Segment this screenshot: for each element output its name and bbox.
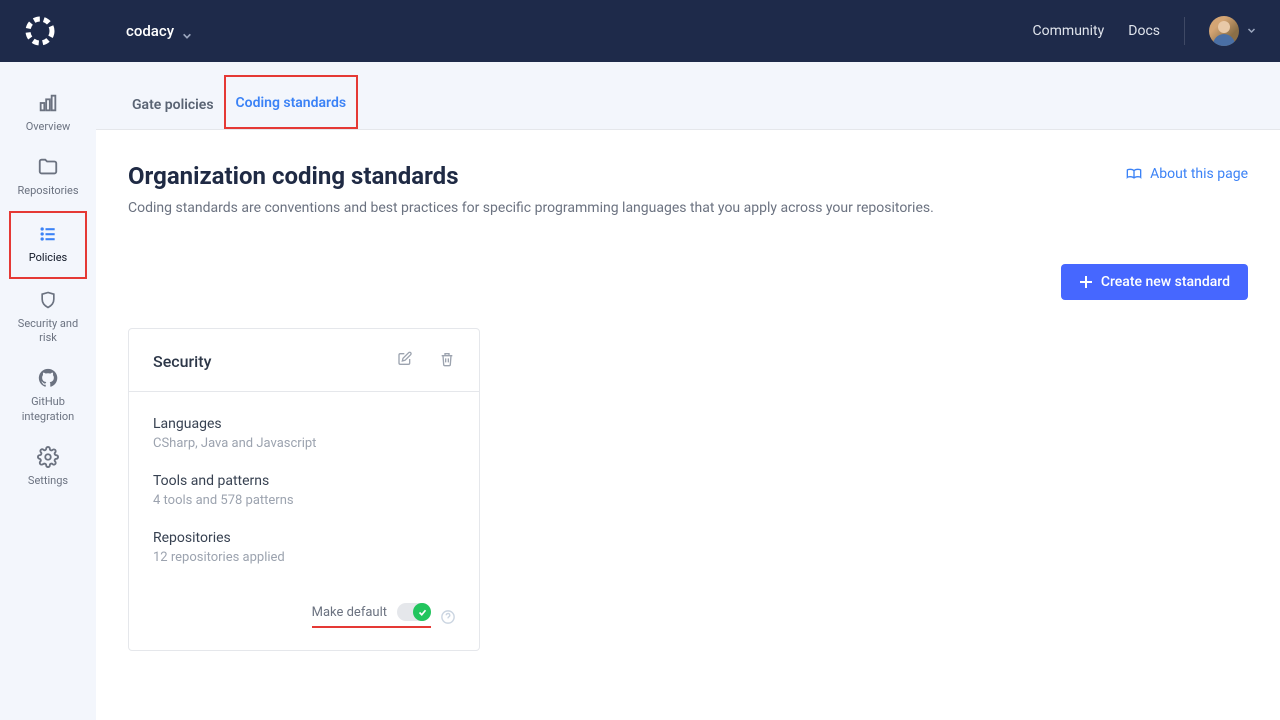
logo-area: codacy — [24, 15, 192, 47]
sidebar-item-label: Settings — [28, 474, 68, 488]
list-icon — [37, 223, 59, 245]
tab-coding-standards[interactable]: Coding standards — [224, 75, 359, 129]
page-header: Organization coding standards Coding sta… — [128, 162, 1248, 216]
toggle-knob — [413, 603, 431, 621]
content: Organization coding standards Coding sta… — [96, 130, 1280, 683]
page-header-text: Organization coding standards Coding sta… — [128, 162, 934, 216]
chevron-down-icon — [182, 26, 192, 36]
tab-bar: Gate policies Coding standards — [96, 62, 1280, 130]
avatar — [1209, 16, 1239, 46]
plus-icon — [1079, 275, 1093, 289]
make-default-label: Make default — [312, 605, 387, 620]
bar-chart-icon — [37, 92, 59, 114]
sidebar-item-label: Security and risk — [13, 317, 83, 346]
community-link[interactable]: Community — [1033, 23, 1105, 39]
sidebar: Overview Repositories Policies Security … — [0, 62, 96, 720]
delete-button[interactable] — [439, 351, 455, 371]
sidebar-item-label: Policies — [29, 251, 67, 265]
sidebar-item-security[interactable]: Security and risk — [9, 279, 87, 358]
sidebar-item-overview[interactable]: Overview — [9, 82, 87, 146]
user-menu[interactable] — [1209, 16, 1256, 46]
edit-button[interactable] — [397, 351, 413, 371]
card-header: Security — [129, 329, 479, 392]
logo-icon[interactable] — [24, 15, 56, 47]
field-label: Tools and patterns — [153, 473, 455, 489]
create-new-standard-button[interactable]: Create new standard — [1061, 264, 1248, 300]
make-default-toggle[interactable] — [397, 603, 431, 621]
field-value: 4 tools and 578 patterns — [153, 493, 455, 508]
sidebar-item-settings[interactable]: Settings — [9, 436, 87, 500]
org-selector[interactable]: codacy — [126, 22, 192, 40]
sidebar-item-label: Repositories — [17, 184, 78, 198]
create-button-label: Create new standard — [1101, 274, 1230, 290]
topbar-right: Community Docs — [1033, 16, 1256, 46]
sidebar-item-repositories[interactable]: Repositories — [9, 146, 87, 210]
page-description: Coding standards are conventions and bes… — [128, 200, 934, 216]
field-label: Languages — [153, 416, 455, 432]
topbar: codacy Community Docs — [0, 0, 1280, 62]
card-body: Languages CSharp, Java and Javascript To… — [129, 392, 479, 593]
field-label: Repositories — [153, 530, 455, 546]
sidebar-item-label: GitHub integration — [13, 395, 83, 424]
card-actions — [397, 351, 455, 371]
book-icon — [1126, 167, 1142, 181]
help-icon[interactable] — [441, 609, 455, 623]
field-languages: Languages CSharp, Java and Javascript — [153, 416, 455, 451]
field-repositories: Repositories 12 repositories applied — [153, 530, 455, 565]
topbar-divider — [1184, 17, 1185, 45]
folder-icon — [37, 156, 59, 178]
about-this-page-label: About this page — [1150, 166, 1248, 182]
sidebar-item-label: Overview — [26, 120, 71, 134]
check-icon — [418, 608, 427, 617]
about-this-page-link[interactable]: About this page — [1126, 166, 1248, 182]
field-tools: Tools and patterns 4 tools and 578 patte… — [153, 473, 455, 508]
gear-icon — [37, 446, 59, 468]
sidebar-item-policies[interactable]: Policies — [9, 211, 87, 279]
sidebar-item-github[interactable]: GitHub integration — [9, 357, 87, 436]
org-name: codacy — [126, 22, 174, 40]
tab-gate-policies[interactable]: Gate policies — [122, 79, 224, 129]
make-default-control: Make default — [312, 603, 431, 628]
github-icon — [37, 367, 59, 389]
standard-card: Security Languages CSharp, Java and Java… — [128, 328, 480, 651]
docs-link[interactable]: Docs — [1128, 23, 1160, 39]
action-row: Create new standard — [128, 264, 1248, 300]
chevron-down-icon — [1247, 23, 1256, 39]
field-value: CSharp, Java and Javascript — [153, 436, 455, 451]
main: Gate policies Coding standards Organizat… — [96, 62, 1280, 720]
card-footer: Make default — [129, 593, 479, 650]
page-title: Organization coding standards — [128, 162, 934, 190]
shield-icon — [37, 289, 59, 311]
card-title: Security — [153, 352, 211, 371]
field-value: 12 repositories applied — [153, 550, 455, 565]
